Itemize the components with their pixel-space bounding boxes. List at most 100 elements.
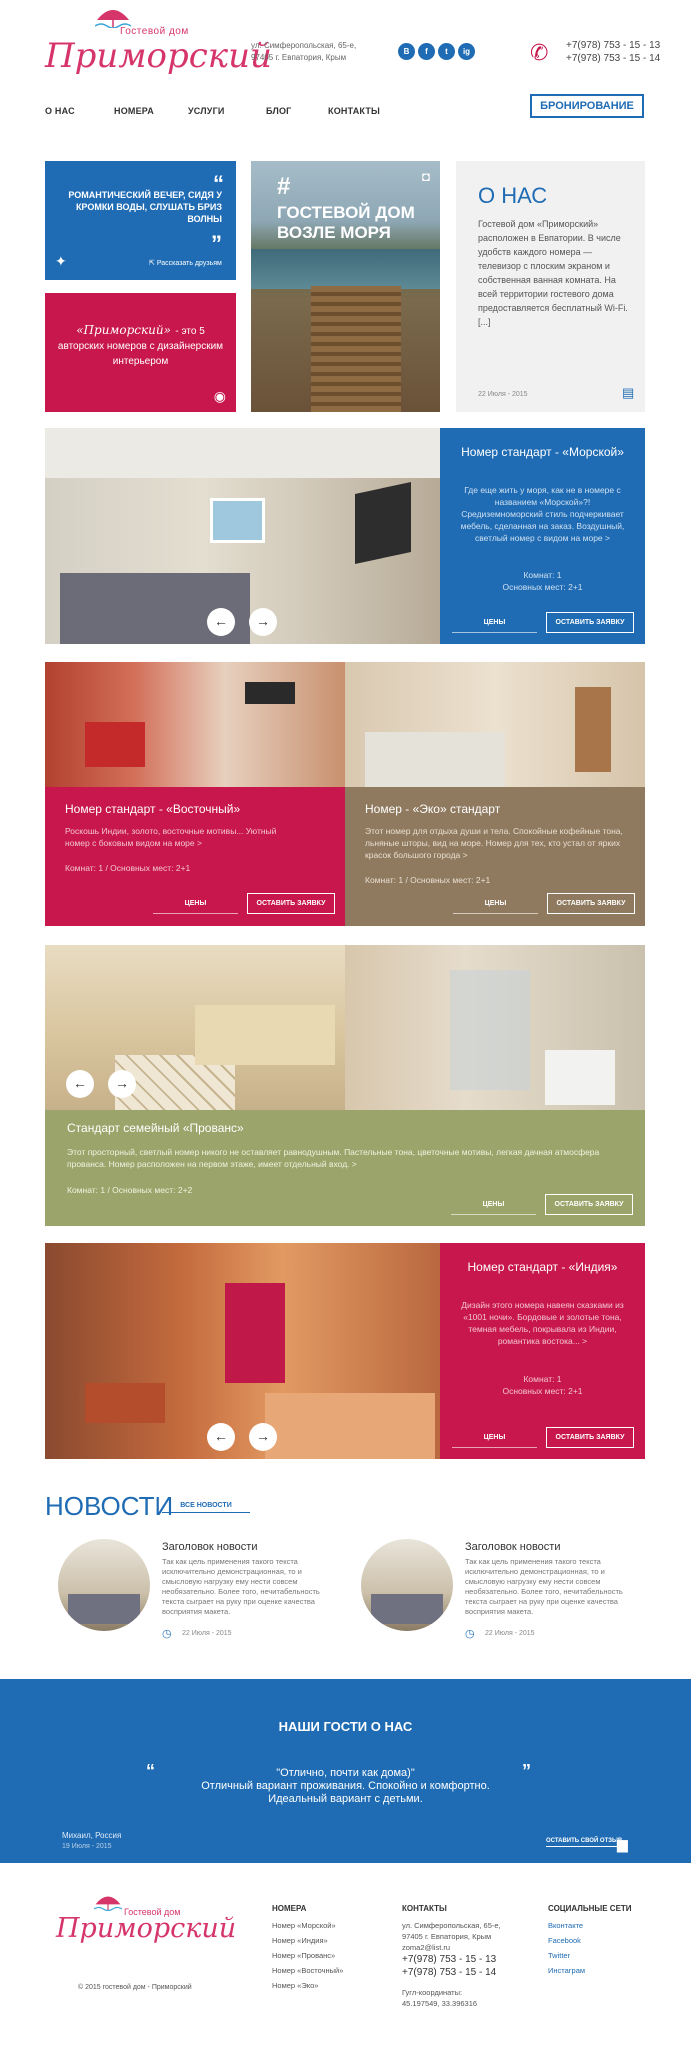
eye-icon[interactable]: ◉ [214,388,226,405]
phone-number[interactable]: +7(978) 753 - 15 - 13 [566,39,660,52]
nav-item-services[interactable]: УСЛУГИ [188,106,225,116]
vk-link[interactable]: Вконтакте [548,1918,585,1933]
room-info: Комнат: 1 Основных мест: 2+1 [456,1373,629,1397]
footer-room-link[interactable]: Номер «Восточный» [272,1963,343,1978]
footer-social-title: СОЦИАЛЬНЫЕ СЕТИ [548,1904,632,1913]
stairs [311,286,401,412]
footer-social-list: Вконтакте Facebook Twitter Инстаграм [548,1918,585,1978]
room-info: Комнат: 1 / Основных мест: 2+2 [67,1185,193,1195]
facebook-link[interactable]: Facebook [548,1933,585,1948]
footer-room-link[interactable]: Номер «Прованс» [272,1948,343,1963]
order-button[interactable]: ОСТАВИТЬ ЗАЯВКУ [546,1427,634,1448]
logo[interactable]: Гостевой дом Приморский [45,6,272,76]
quote-text: РОМАНТИЧЕСКИЙ ВЕЧЕР, СИДЯ У КРОМКИ ВОДЫ,… [68,190,222,224]
prices-button[interactable]: ЦЕНЫ [452,612,537,633]
footer-logo[interactable]: Гостевой дом Приморский [56,1893,236,1944]
order-button[interactable]: ОСТАВИТЬ ЗАЯВКУ [547,893,635,914]
facebook-icon[interactable]: f [418,43,435,60]
bed [265,1393,435,1459]
clock-icon: ◷ [162,1628,172,1640]
about-title: О НАС [478,183,548,208]
prices-button[interactable]: ЦЕНЫ [453,893,538,914]
rooms-count-tile: «Приморский» - это 5 авторских номеров с… [45,293,236,412]
next-arrow-button[interactable]: → [249,1423,277,1451]
vk-icon[interactable]: В [398,43,415,60]
prices-button[interactable]: ЦЕНЫ [451,1194,536,1215]
share-label: Рассказать друзьям [156,260,222,267]
next-arrow-button[interactable]: → [108,1070,136,1098]
guest-date: 19 Июля - 2015 [62,1843,112,1850]
all-news-link[interactable]: ВСЕ НОВОСТИ [162,1502,250,1513]
sink [545,1050,615,1105]
news-title: НОВОСТИ [45,1491,174,1521]
guests-section: НАШИ ГОСТИ О НАС “ "Отлично, почти как д… [0,1679,691,1863]
read-more-link[interactable]: [...] [478,315,628,329]
room-card-india: Номер стандарт - «Индия» Дизайн этого но… [440,1243,645,1459]
news-item-title[interactable]: Заголовок новости [465,1541,561,1553]
window [210,498,265,543]
room-info: Комнат: 1 / Основных мест: 2+1 [65,863,191,873]
booking-button[interactable]: БРОНИРОВАНИЕ [530,94,644,118]
sofa [85,1383,165,1423]
prev-arrow-button[interactable]: ← [207,608,235,636]
clock-icon: ◷ [465,1628,475,1640]
news-thumbnail[interactable] [361,1539,453,1631]
twitter-icon[interactable]: t [438,43,455,60]
footer-room-link[interactable]: Номер «Морской» [272,1918,343,1933]
prev-arrow-button[interactable]: ← [66,1070,94,1098]
twitter-icon[interactable]: ✦ [55,253,67,270]
bed [68,1594,140,1624]
instagram-icon[interactable]: ◘ [422,169,430,184]
chat-icon[interactable]: ▆ [617,1836,628,1853]
room-card-vostochny: Номер стандарт - «Восточный» Роскошь Инд… [45,787,345,926]
curtain [225,1283,285,1383]
room-title: Номер стандарт - «Восточный» [65,802,241,816]
guest-author: Михаил, Россия [62,1831,122,1840]
news-thumbnail[interactable] [58,1539,150,1631]
room-photo-eko [345,662,645,787]
news-item-date: 22 Июля - 2015 [182,1630,232,1637]
quote-tile: “ РОМАНТИЧЕСКИЙ ВЕЧЕР, СИДЯ У КРОМКИ ВОД… [45,161,236,280]
logo-name: Приморский [56,1913,237,1944]
nav-item-about[interactable]: О НАС [45,106,75,116]
room-count: Комнат: 1 [523,1374,562,1384]
footer-room-link[interactable]: Номер «Индия» [272,1933,343,1948]
phone-number[interactable]: +7(978) 753 - 15 - 14 [402,1966,501,1979]
room-places: Основных мест: 2+1 [502,1386,583,1396]
quote-line: "Отлично, почти как дома)" [276,1767,415,1779]
room-card-provans: Стандарт семейный «Прованс» Этот простор… [45,1110,645,1226]
news-item-text: Так как цель применения такого текста ис… [465,1557,623,1616]
document-icon[interactable]: ▤ [622,385,634,401]
prices-button[interactable]: ЦЕНЫ [153,893,238,914]
footer-rooms-title: НОМЕРА [272,1904,307,1913]
address-line: ул. Симферопольская, 65-е, [251,41,357,50]
room-card-eko: Номер - «Эко» стандарт Этот номер для от… [345,787,645,926]
quote-mark-icon: ” [211,231,222,256]
armchair [85,722,145,767]
phone-number[interactable]: +7(978) 753 - 15 - 14 [566,52,660,65]
twitter-link[interactable]: Twitter [548,1948,585,1963]
room-desc: Дизайн этого номера навеян сказками из «… [461,1300,624,1346]
nav-item-contacts[interactable]: КОНТАКТЫ [328,106,380,116]
leave-review-link[interactable]: ОСТАВИТЬ СВОЙ ОТЗЫВ [546,1838,623,1847]
nav-item-blog[interactable]: БЛОГ [266,106,291,116]
instagram-link[interactable]: Инстаграм [548,1963,585,1978]
email-link[interactable]: zoma2@list.ru [402,1942,501,1953]
prev-arrow-button[interactable]: ← [207,1423,235,1451]
rooms-brand: «Приморский» [76,323,171,337]
instagram-icon[interactable]: ig [458,43,475,60]
order-button[interactable]: ОСТАВИТЬ ЗАЯВКУ [247,893,335,914]
nav-item-rooms[interactable]: НОМЕРА [114,106,154,116]
header-address: ул. Симферопольская, 65-е, 97405 г. Евпа… [251,40,356,64]
next-arrow-button[interactable]: → [249,608,277,636]
prices-button[interactable]: ЦЕНЫ [452,1427,537,1448]
order-button[interactable]: ОСТАВИТЬ ЗАЯВКУ [545,1194,633,1215]
gps-label: Гугл-координаты: [402,1988,463,1997]
room-title: Номер - «Эко» стандарт [365,802,501,816]
room-desc: Этот номер для отдыха души и тела. Споко… [365,826,623,860]
news-item-title[interactable]: Заголовок новости [162,1541,258,1553]
footer-room-link[interactable]: Номер «Эко» [272,1978,343,1993]
order-button[interactable]: ОСТАВИТЬ ЗАЯВКУ [546,612,634,633]
share-link[interactable]: ⇱ Рассказать друзьям [149,259,222,267]
phone-number[interactable]: +7(978) 753 - 15 - 13 [402,1953,501,1966]
